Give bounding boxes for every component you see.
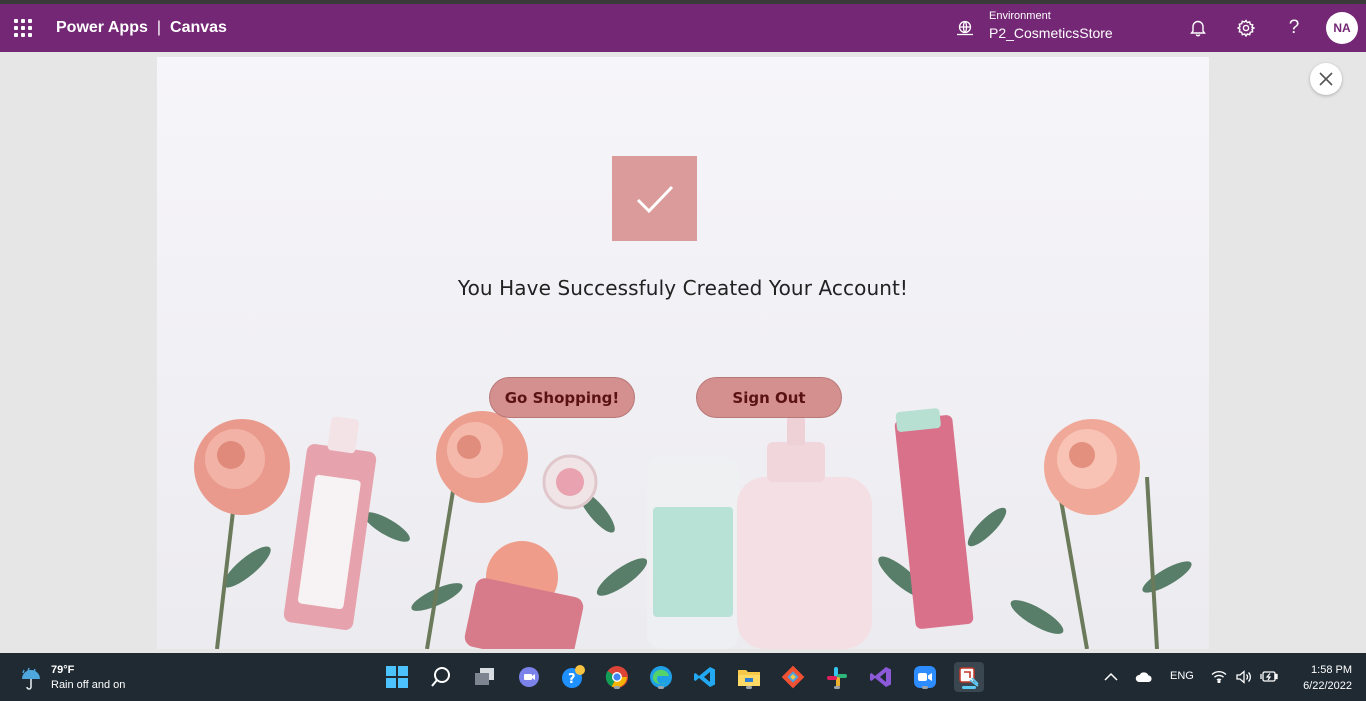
environment-label: Environment [989,10,1051,22]
show-hidden-icons-chevron-icon[interactable] [1104,672,1118,682]
user-avatar[interactable]: NA [1326,12,1358,44]
language-indicator[interactable]: ENG [1170,670,1194,682]
visual-studio-icon[interactable] [866,662,896,692]
git-icon[interactable] [778,662,808,692]
close-preview-button[interactable] [1310,63,1342,95]
search-icon[interactable] [426,662,456,692]
weather-temperature: 79°F [51,664,75,676]
success-message: You Have Successfuly Created Your Accoun… [457,276,909,300]
onedrive-cloud-icon[interactable] [1135,671,1153,683]
weather-description: Rain off and on [51,679,126,691]
environment-name: P2_CosmeticsStore [989,25,1113,41]
app-type: Canvas [170,19,227,36]
clock-date: 6/22/2022 [1303,680,1352,692]
app-canvas-screen: You Have Successfuly Created Your Accoun… [157,57,1209,649]
clock-time: 1:58 PM [1311,664,1352,676]
cosmetics-background-image [157,57,1209,649]
vscode-icon[interactable] [690,662,720,692]
edge-icon[interactable] [646,662,676,692]
windows-start-icon[interactable] [382,662,412,692]
settings-gear-icon[interactable] [1236,18,1256,38]
notifications-bell-icon[interactable] [1188,18,1208,38]
system-clock[interactable]: 1:58 PM 6/22/2022 [1290,662,1352,694]
wifi-icon[interactable] [1211,670,1227,683]
power-apps-header: Power Apps | Canvas Environment P2_Cosmeti… [0,4,1366,52]
snipping-tool-icon[interactable] [954,662,984,692]
help-tips-icon[interactable]: ? [558,662,588,692]
environment-picker[interactable]: Environment P2_CosmeticsStore [989,10,1113,42]
close-icon [1319,72,1333,86]
success-check-icon [612,156,697,241]
volume-speaker-icon[interactable] [1236,670,1252,684]
chrome-icon[interactable] [602,662,632,692]
go-shopping-button[interactable]: Go Shopping! [489,377,635,418]
sign-out-button[interactable]: Sign Out [696,377,842,418]
windows-taskbar: 79°F Rain off and on ? ENG 1:58 PM 6/22/… [0,653,1366,701]
battery-charging-icon[interactable] [1260,670,1278,683]
zoom-icon[interactable] [910,662,940,692]
app-launcher-icon[interactable] [14,19,32,37]
task-view-icon[interactable] [470,662,500,692]
environment-icon[interactable] [956,20,974,36]
slack-icon[interactable] [822,662,852,692]
svg-text:?: ? [568,672,576,687]
app-name: Power Apps [56,19,148,36]
weather-widget[interactable]: 79°F Rain off and on [51,663,125,693]
help-question-icon[interactable]: ? [1284,18,1304,38]
brand-title[interactable]: Power Apps | Canvas [56,19,227,37]
brand-separator: | [156,19,162,36]
teams-chat-icon[interactable] [514,662,544,692]
file-explorer-icon[interactable] [734,662,764,692]
rain-weather-icon[interactable] [18,665,44,691]
